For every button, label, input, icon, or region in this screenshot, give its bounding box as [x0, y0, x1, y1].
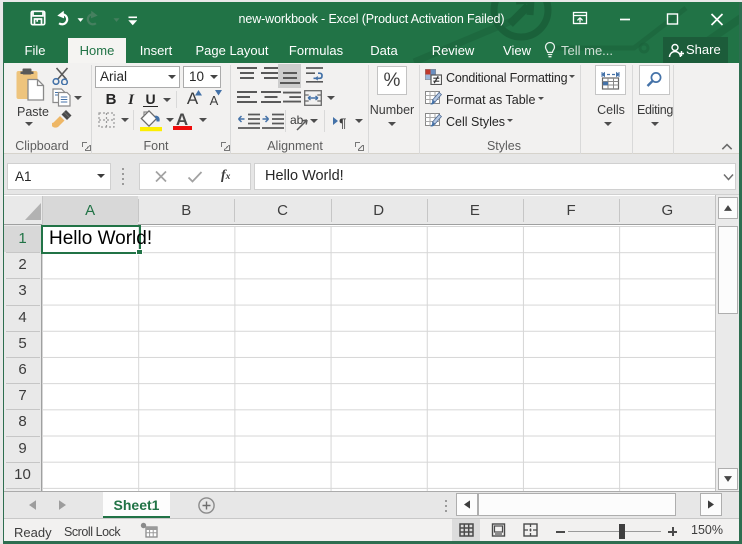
svg-text:¶: ¶	[339, 115, 347, 129]
